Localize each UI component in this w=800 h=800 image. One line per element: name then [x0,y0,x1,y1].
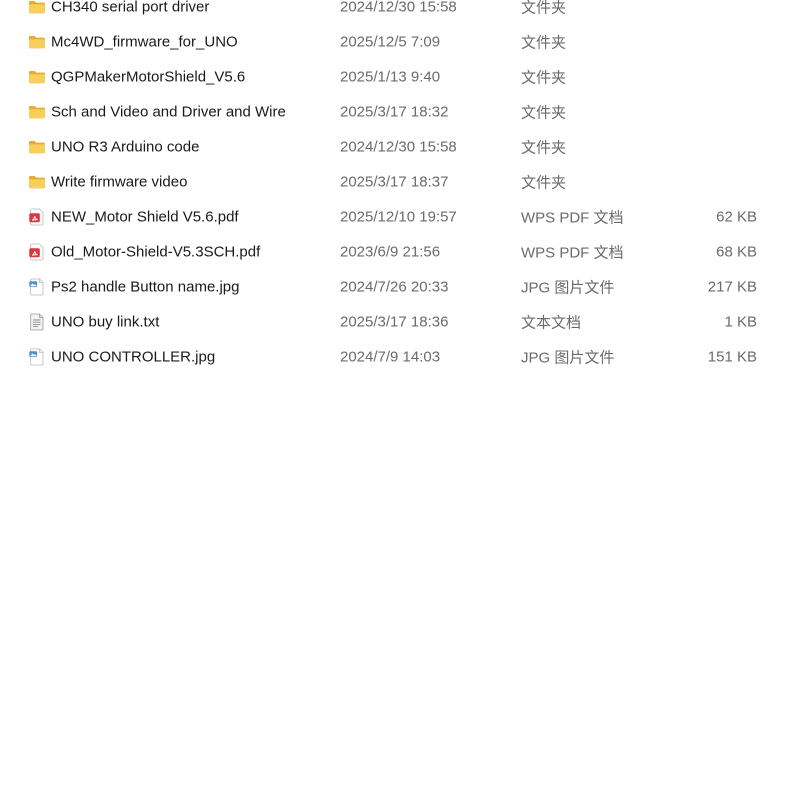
text-file-icon [28,313,46,331]
file-name: Ps2 handle Button name.jpg [51,278,240,296]
file-date: 2025/1/13 9:40 [340,68,441,86]
image-file-icon [28,278,46,296]
file-size: 1 KB [724,313,757,331]
folder-icon [28,103,46,121]
file-size: 62 KB [716,208,757,226]
file-name: UNO buy link.txt [51,313,160,331]
folder-icon [28,33,46,51]
image-file-icon [28,348,46,366]
file-row[interactable]: NEW_Motor Shield V5.6.pdf 2025/12/10 19:5… [0,200,800,235]
file-row[interactable]: QGPMakerMotorShield_V5.6 2025/1/13 9:40 文件… [0,59,800,94]
folder-icon [28,0,46,16]
file-date: 2025/12/5 7:09 [340,33,441,51]
file-row[interactable]: Mc4WD_firmware_for_UNO 2025/12/5 7:09 文件夹 [0,24,800,59]
file-size: 151 KB [707,348,757,366]
file-row[interactable]: Ps2 handle Button name.jpg 2024/7/26 20:3… [0,270,800,305]
file-date: 2024/7/9 14:03 [340,348,441,366]
file-date: 2024/7/26 20:33 [340,278,449,296]
file-name: Write firmware video [51,173,188,191]
folder-icon [28,68,46,86]
file-type: 文件夹 [521,104,567,122]
file-type: 文件夹 [521,174,567,192]
file-name: QGPMakerMotorShield_V5.6 [51,68,246,86]
file-name: UNO CONTROLLER.jpg [51,348,216,366]
file-type: JPG 图片文件 [521,349,615,367]
file-row[interactable]: Old_Motor-Shield-V5.3SCH.pdf 2023/6/9 21:… [0,235,800,270]
file-row[interactable]: Write firmware video 2025/3/17 18:37 文件夹 [0,164,800,199]
file-row[interactable]: UNO buy link.txt 2025/3/17 18:36 文本文档 1 KB [0,305,800,340]
file-name: Sch and Video and Driver and Wire [51,103,286,121]
file-type: 文件夹 [521,0,567,17]
file-date: 2025/3/17 18:37 [340,173,449,191]
file-type: JPG 图片文件 [521,279,615,297]
file-row[interactable]: CH340 serial port driver 2024/12/30 15:58… [0,0,800,24]
folder-icon [28,138,46,156]
file-row[interactable]: UNO CONTROLLER.jpg 2024/7/9 14:03 JPG 图片文件… [0,340,800,375]
file-type: 文件夹 [521,34,567,52]
file-list: CH340 serial port driver 2024/12/30 15:58… [0,0,800,375]
file-row[interactable]: Sch and Video and Driver and Wire 2025/3/… [0,94,800,129]
file-date: 2025/12/10 19:57 [340,208,457,226]
file-type: WPS PDF 文档 [521,244,624,262]
file-date: 2025/3/17 18:32 [340,103,449,121]
file-type: 文件夹 [521,69,567,87]
file-size: 68 KB [716,243,757,261]
file-name: NEW_Motor Shield V5.6.pdf [51,208,239,226]
file-size: 217 KB [707,278,757,296]
pdf-icon [28,208,46,226]
file-date: 2025/3/17 18:36 [340,313,449,331]
file-type: WPS PDF 文档 [521,209,624,227]
file-type: 文本文档 [521,314,582,332]
file-name: Mc4WD_firmware_for_UNO [51,33,238,51]
folder-icon [28,173,46,191]
file-date: 2024/12/30 15:58 [340,138,457,156]
file-type: 文件夹 [521,139,567,157]
file-date: 2023/6/9 21:56 [340,243,441,261]
pdf-icon [28,243,46,261]
file-row[interactable]: UNO R3 Arduino code 2024/12/30 15:58 文件夹 [0,129,800,164]
file-name: UNO R3 Arduino code [51,138,200,156]
file-name: CH340 serial port driver [51,0,210,16]
file-name: Old_Motor-Shield-V5.3SCH.pdf [51,243,261,261]
file-date: 2024/12/30 15:58 [340,0,457,16]
